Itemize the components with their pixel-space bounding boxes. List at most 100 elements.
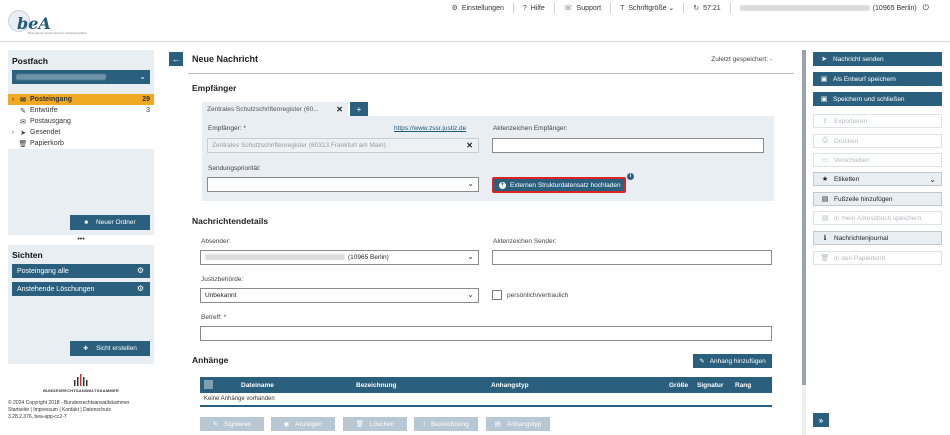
col-rang[interactable]: Rang: [735, 382, 751, 389]
action-fußzeile-hinzufügen[interactable]: ▤ Fußzeile hinzufügen: [813, 192, 942, 206]
back-button[interactable]: ←: [169, 52, 183, 66]
justiz-select[interactable]: Unbekannt ⌄: [200, 288, 479, 303]
action-exportieren[interactable]: ⇪ Exportieren: [813, 114, 942, 128]
postfach-name-redacted: [16, 74, 106, 80]
attachment-empty-row: Keine Anhänge vorhanden: [200, 393, 772, 407]
logo-subtitle: Besonderes elektronisches Anwaltspostfac…: [28, 31, 87, 35]
session-timer[interactable]: ↻ 57:21: [683, 3, 729, 13]
copyright: © 2024 Copyright 2018 - Bundesrechtsanwa…: [8, 400, 130, 406]
gear-icon[interactable]: ⚙: [137, 266, 144, 275]
folder-postausgang[interactable]: ✉ Postausgang: [8, 116, 154, 127]
nav-font-size[interactable]: T Schriftgröße ⌄: [610, 3, 683, 13]
expand-panel-button[interactable]: »: [813, 413, 829, 427]
aktenzeichen-empfaenger-input[interactable]: [492, 138, 764, 153]
action-in-den-papierkorb[interactable]: 🗑 In den Papierkorb: [813, 251, 942, 265]
priority-select[interactable]: ⌄: [207, 177, 479, 192]
sign-button[interactable]: ✎ Signieren: [200, 417, 264, 431]
personal-checkbox[interactable]: [492, 290, 502, 300]
nav-support[interactable]: ☏ Support: [553, 3, 610, 13]
footer: © 2024 Copyright 2018 - Bundesrechtsanwa…: [8, 400, 154, 421]
col-dateiname[interactable]: Dateiname: [241, 382, 274, 389]
add-recipient-button[interactable]: +: [350, 102, 368, 116]
col-bezeichnung[interactable]: Bezeichnung: [356, 382, 396, 389]
view-button[interactable]: ◉ Anzeigen: [271, 417, 335, 431]
user-info: (10965 Berlin) ⏻: [729, 3, 938, 13]
delete-button[interactable]: 🗑 Löschen: [343, 417, 407, 431]
action-verschieben[interactable]: ▭ Verschieben: [813, 153, 942, 167]
chevron-down-icon: ⌄: [467, 252, 474, 261]
postfach-select[interactable]: ⌄: [12, 70, 150, 84]
betreff-label: Betreff: *: [201, 314, 227, 321]
col-groesse[interactable]: Größe: [669, 382, 688, 389]
folder-papierkorb[interactable]: 🗑 Papierkorb: [8, 138, 154, 149]
action-in-mein-adressbuch-speichern[interactable]: ▤ In mein Adressbuch speichern: [813, 211, 942, 225]
view-anstehende-loeschungen[interactable]: Anstehende Löschungen ⚙: [12, 282, 150, 296]
nav-support-label: Support: [576, 4, 602, 12]
action-icon: ★: [821, 176, 829, 183]
absender-select[interactable]: (10965 Berlin) ⌄: [200, 250, 479, 265]
chevron-down-icon: ⌄: [929, 175, 936, 184]
rename-label: Bezeichnung: [431, 420, 469, 428]
recipient-tab[interactable]: Zentrales Schutzschriftenregister (60...…: [202, 102, 348, 116]
plus-circle-icon: +: [499, 181, 506, 189]
rename-button[interactable]: I Bezeichnung: [414, 417, 478, 431]
eye-icon: ◉: [283, 421, 290, 428]
upload-label: Externen Strukturdatensatz hochladen: [510, 181, 621, 189]
attachment-table-header: Dateiname Bezeichnung Anhangstyp Größe S…: [200, 377, 772, 393]
scrollbar-thumb[interactable]: [802, 50, 806, 385]
logout-icon[interactable]: ⏻: [923, 3, 929, 13]
info-icon[interactable]: i: [627, 173, 634, 180]
nav-settings-label: Einstellungen: [461, 4, 504, 12]
view-posteingang-alle[interactable]: Posteingang alle ⚙: [12, 264, 150, 278]
action-label: In mein Adressbuch speichern: [834, 214, 922, 222]
select-all-checkbox[interactable]: [204, 380, 213, 389]
upload-structured-data-button[interactable]: + Externen Strukturdatensatz hochladen: [492, 177, 626, 193]
col-anhangstyp[interactable]: Anhangstyp: [491, 382, 529, 389]
betreff-input[interactable]: [200, 326, 772, 341]
close-icon[interactable]: ✕: [336, 105, 343, 114]
recipient-link[interactable]: https://www.zssr.justiz.de: [394, 125, 466, 132]
aktenzeichen-sender-input[interactable]: [492, 250, 772, 265]
recipient-field[interactable]: Zentrales Schutzschriftenregister (60313…: [207, 138, 479, 153]
action-label: In den Papierkorb: [834, 254, 886, 262]
action-nachrichtenjournal[interactable]: ℹ Nachrichtenjournal: [813, 231, 942, 245]
priority-label: Sendungspriorität:: [208, 165, 261, 172]
action-nachricht-senden[interactable]: ➤ Nachricht senden: [813, 52, 942, 66]
action-etiketten[interactable]: ★ Etiketten ⌄: [813, 172, 942, 186]
action-als-entwurf-speichern[interactable]: ▣ Als Entwurf speichern: [813, 72, 942, 86]
folder-label: Posteingang: [30, 96, 73, 103]
postfach-panel: Postfach ⌄ › ✉ Posteingang 29 ✎ Entwürfe 3 ✉ P…: [8, 50, 154, 235]
sichten-panel: Sichten Posteingang alle ⚙ Anstehende Lös…: [8, 245, 154, 364]
aktenzeichen-sender-label: Aktenzeichen Sender:: [493, 238, 557, 245]
chevron-down-icon: ⌄: [467, 179, 474, 188]
folder-gesendet[interactable]: › ➤ Gesendet: [8, 127, 154, 138]
col-signatur[interactable]: Signatur: [697, 382, 723, 389]
attachment-type-label: Anhangstyp: [506, 420, 542, 428]
bea-logo[interactable]: beA Besonderes elektronisches Anwaltspos…: [8, 8, 87, 36]
action-speichern-und-schließen[interactable]: ▣ Speichern und schließen: [813, 92, 942, 106]
new-folder-label: Neuer Ordner: [95, 219, 136, 226]
new-folder-button[interactable]: ■ Neuer Ordner: [70, 215, 150, 230]
anhaenge-heading: Anhänge: [192, 355, 229, 365]
recipient-value: Zentrales Schutzschriftenregister (60313…: [212, 142, 386, 149]
text-cursor-icon: I: [423, 420, 426, 428]
create-view-button[interactable]: ✚ Sicht erstellen: [70, 341, 150, 356]
user-location: (10965 Berlin): [872, 4, 917, 12]
support-icon: ☏: [563, 5, 573, 12]
nav-settings[interactable]: ⚙ Einstellungen: [443, 3, 513, 13]
inbox-icon: ✉: [20, 96, 26, 104]
recipient-tab-label: Zentrales Schutzschriftenregister (60...: [207, 106, 319, 113]
justiz-label: Justizbehörde:: [201, 276, 244, 283]
add-attachment-button[interactable]: ✎ Anhang hinzufügen: [693, 354, 772, 368]
footer-links[interactable]: Startseite | Impressum | Kontakt | Daten…: [8, 407, 154, 414]
resize-handle[interactable]: •••: [8, 235, 154, 245]
gear-icon[interactable]: ⚙: [137, 284, 144, 293]
nav-help[interactable]: ? Hilfe: [512, 3, 554, 13]
chevron-down-icon: ⌄: [467, 290, 474, 299]
action-drucken[interactable]: ⎙ Drucken: [813, 134, 942, 148]
folder-label: Papierkorb: [30, 140, 64, 147]
folder-entwuerfe[interactable]: ✎ Entwürfe 3: [8, 105, 154, 116]
clear-icon[interactable]: ✕: [466, 141, 473, 150]
attachment-type-button[interactable]: ▤ Anhangstyp: [486, 417, 550, 431]
folder-posteingang[interactable]: › ✉ Posteingang 29: [8, 94, 154, 105]
